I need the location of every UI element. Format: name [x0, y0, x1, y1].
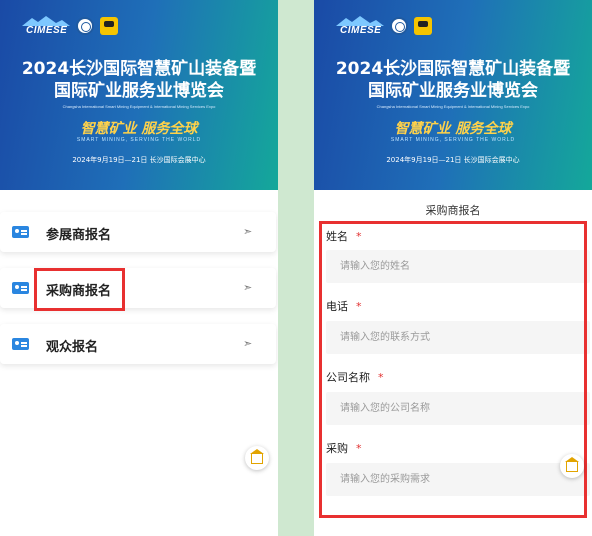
- banner-title-line1: 2024长沙国际智慧矿山装备暨: [21, 59, 257, 79]
- seal-logo-icon: [390, 17, 408, 35]
- expo-banner: CIMESE 2024长沙国际智慧矿山装备暨 国际矿业服务业博览会 Changs…: [0, 0, 278, 190]
- cimese-logo: CIMESE: [336, 16, 384, 36]
- home-button[interactable]: [560, 454, 584, 478]
- banner-title-en: Changsha International Smart Mining Equi…: [62, 104, 216, 109]
- banner-title-line1: 2024长沙国际智慧矿山装备暨: [335, 59, 571, 79]
- expo-banner: CIMESE 2024长沙国际智慧矿山装备暨 国际矿业服务业博览会 Changs…: [314, 0, 592, 190]
- id-card-icon: [12, 226, 29, 238]
- left-panel: CIMESE 2024长沙国际智慧矿山装备暨 国际矿业服务业博览会 Changs…: [0, 0, 278, 536]
- banner-title-line2: 国际矿业服务业博览会: [368, 81, 538, 101]
- buyer-highlight-box: [34, 268, 125, 311]
- arrow-right-icon: ➣: [243, 337, 253, 350]
- menu-item-visitor[interactable]: 观众报名 ➣: [0, 324, 276, 364]
- home-icon-body: [566, 461, 578, 472]
- sponsor-logo-icon: [100, 17, 118, 35]
- menu-item-exhibitor[interactable]: 参展商报名 ➣: [0, 212, 276, 252]
- arrow-right-icon: ➣: [243, 281, 253, 294]
- banner-slogan-en: SMART MINING, SERVING THE WORLD: [390, 137, 516, 143]
- form-highlight-box: [319, 221, 587, 518]
- id-card-icon: [12, 282, 29, 294]
- banner-logos: CIMESE: [22, 16, 118, 36]
- banner-title-en: Changsha International Smart Mining Equi…: [376, 104, 530, 109]
- menu-item-label: 观众报名: [46, 340, 99, 355]
- banner-logos: CIMESE: [336, 16, 432, 36]
- seal-logo-icon: [76, 17, 94, 35]
- banner-date-venue: 2024年9月19日—21日 长沙国际会展中心: [72, 156, 206, 164]
- cimese-logo: CIMESE: [22, 16, 70, 36]
- home-button[interactable]: [245, 446, 269, 470]
- banner-slogan: 智慧矿业 服务全球: [80, 121, 198, 137]
- sponsor-logo-icon: [414, 17, 432, 35]
- banner-slogan: 智慧矿业 服务全球: [394, 121, 512, 137]
- arrow-right-icon: ➣: [243, 225, 253, 238]
- form-title: 采购商报名: [425, 204, 481, 217]
- id-card-icon: [12, 338, 29, 350]
- menu-item-label: 参展商报名: [46, 228, 112, 243]
- home-icon-body: [251, 453, 263, 464]
- cimese-logo-text: CIMESE: [26, 25, 68, 36]
- cimese-logo-text: CIMESE: [340, 25, 382, 36]
- right-panel: CIMESE 2024长沙国际智慧矿山装备暨 国际矿业服务业博览会 Changs…: [314, 0, 592, 536]
- banner-title-line2: 国际矿业服务业博览会: [54, 81, 224, 101]
- banner-date-venue: 2024年9月19日—21日 长沙国际会展中心: [386, 156, 520, 164]
- banner-slogan-en: SMART MINING, SERVING THE WORLD: [76, 137, 202, 143]
